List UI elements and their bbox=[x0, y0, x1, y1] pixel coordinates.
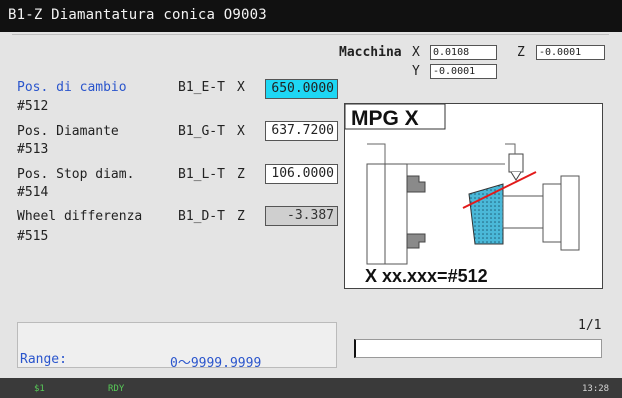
window-title: B1-Z Diamantatura conica O9003 bbox=[8, 7, 267, 23]
diagram-title: MPG X bbox=[351, 107, 419, 130]
param-axis-stop-diam: Z bbox=[237, 167, 245, 182]
param-value-change-pos[interactable]: 650.0000 bbox=[265, 79, 338, 99]
param-var-wheel-diff: #515 bbox=[17, 229, 49, 244]
param-code-diamond-pos: B1_G-T bbox=[178, 124, 225, 139]
diagram-caption: X xx.xxx=#512 bbox=[365, 266, 488, 286]
page-indicator: 1/1 bbox=[578, 318, 602, 333]
title-divider bbox=[12, 34, 609, 35]
grinding-diagram-icon: MPG X X xx.xxx=#512 bbox=[344, 103, 580, 286]
param-code-wheel-diff: B1_D-T bbox=[178, 209, 225, 224]
param-axis-diamond-pos: X bbox=[237, 124, 245, 139]
param-name-change-pos: Pos. di cambio bbox=[17, 80, 127, 95]
machine-x-label: X bbox=[412, 45, 420, 60]
input-line[interactable] bbox=[354, 339, 602, 358]
param-name-stop-diam: Pos. Stop diam. bbox=[17, 167, 135, 182]
range-label: Range: bbox=[20, 352, 67, 367]
param-value-stop-diam[interactable]: 106.0000 bbox=[265, 164, 338, 184]
status-bar bbox=[0, 378, 622, 398]
param-var-change-pos: #512 bbox=[17, 99, 49, 114]
param-name-diamond-pos: Pos. Diamante bbox=[17, 124, 119, 139]
machine-y-value: -0.0001 bbox=[430, 64, 497, 79]
param-value-diamond-pos[interactable]: 637.7200 bbox=[265, 121, 338, 141]
machine-y-label: Y bbox=[412, 64, 420, 79]
param-axis-change-pos: X bbox=[237, 80, 245, 95]
channel-indicator: $1 bbox=[34, 384, 45, 394]
mode-indicator: RDY bbox=[108, 384, 125, 394]
clock: 13:28 bbox=[582, 384, 610, 394]
param-var-stop-diam: #514 bbox=[17, 185, 49, 200]
param-var-diamond-pos: #513 bbox=[17, 142, 49, 157]
mpg-diagram: MPG X X xx.xxx=#512 bbox=[344, 103, 603, 289]
machine-z-label: Z bbox=[517, 45, 525, 60]
param-axis-wheel-diff: Z bbox=[237, 209, 245, 224]
machine-x-value: 0.0108 bbox=[430, 45, 497, 60]
machine-z-value: -0.0001 bbox=[536, 45, 605, 60]
machine-label: Macchina bbox=[339, 45, 402, 60]
param-name-wheel-diff: Wheel differenza bbox=[17, 209, 143, 224]
param-value-wheel-diff: -3.387 bbox=[265, 206, 338, 226]
range-value: 0～9999.9999 bbox=[170, 356, 262, 371]
param-code-change-pos: B1_E-T bbox=[178, 80, 225, 95]
param-code-stop-diam: B1_L-T bbox=[178, 167, 225, 182]
